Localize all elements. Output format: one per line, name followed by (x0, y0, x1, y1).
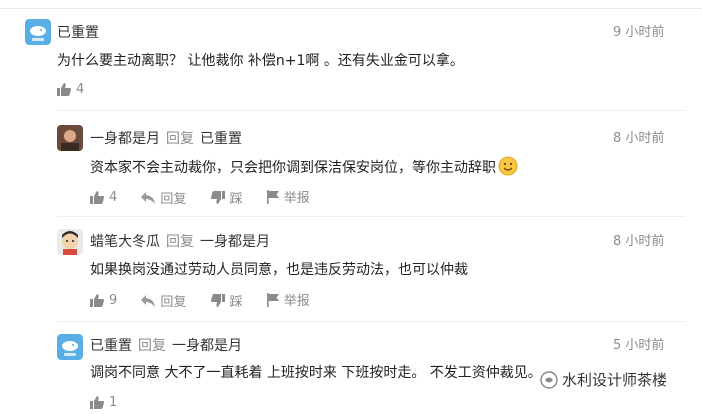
reply-header: 蜡笔大冬瓜 回复 一身都是月 (90, 233, 270, 251)
like-count: 1 (109, 395, 118, 410)
comment-actions: 4 (57, 82, 104, 100)
comment-actions: 1 (90, 395, 137, 413)
reply-header: 一身都是月 回复 已重置 (90, 130, 242, 148)
report-button[interactable]: 举报 (266, 187, 310, 206)
divider (57, 216, 686, 217)
top-divider (0, 0, 702, 9)
comment-time: 8 小时前 (613, 131, 665, 146)
avatar[interactable] (57, 334, 83, 360)
comment-time: 9 小时前 (613, 25, 665, 40)
reply-arrow-icon (141, 294, 156, 307)
report-label: 举报 (283, 294, 310, 309)
dislike-button[interactable]: 踩 (210, 188, 243, 207)
like-button[interactable]: 9 (90, 293, 117, 308)
reply-word: 回复 (166, 234, 194, 250)
smiley-emoji-icon (498, 156, 518, 176)
user-photo-avatar (57, 125, 83, 151)
avatar[interactable] (57, 229, 83, 255)
thumbs-down-icon (210, 293, 225, 307)
comment-author[interactable]: 已重置 (90, 338, 132, 354)
divider (57, 110, 686, 111)
comment-text: 如果换岗没通过劳动人员同意，也是违反劳动法，也可以仲裁 (90, 262, 468, 278)
cartoon-avatar (57, 229, 83, 255)
comment-author[interactable]: 蜡笔大冬瓜 (90, 234, 160, 250)
divider (57, 321, 686, 322)
comment-actions: 9 回复 踩 举报 (90, 290, 330, 310)
like-button[interactable]: 1 (90, 395, 117, 410)
comment-actions: 4 回复 踩 举报 (90, 187, 330, 207)
dislike-button[interactable]: 踩 (210, 291, 243, 310)
like-count: 4 (109, 189, 118, 205)
avatar[interactable] (57, 125, 83, 151)
reply-word: 回复 (166, 131, 194, 147)
like-count: 9 (109, 292, 118, 308)
report-button[interactable]: 举报 (266, 290, 310, 309)
dislike-label: 踩 (229, 294, 243, 310)
reply-label: 回复 (160, 295, 187, 310)
reply-target[interactable]: 已重置 (200, 131, 242, 147)
comment-author[interactable]: 一身都是月 (90, 131, 160, 147)
wechat-channel-icon (540, 370, 558, 389)
report-label: 举报 (283, 191, 310, 206)
thumbs-up-icon (90, 396, 104, 409)
comment-time: 5 小时前 (613, 338, 665, 353)
flag-icon (266, 189, 279, 204)
thumbs-up-icon (90, 293, 104, 307)
comment-text-wrap: 资本家不会主动裁你，只会把你调到保洁保安岗位，等你主动辞职 (90, 156, 518, 178)
thumbs-up-icon (90, 190, 104, 204)
watermark: 水利设计师茶楼 (540, 369, 667, 390)
reply-button[interactable]: 回复 (141, 291, 186, 310)
like-button[interactable]: 4 (90, 190, 117, 205)
reply-arrow-icon (141, 191, 156, 204)
reply-target[interactable]: 一身都是月 (200, 234, 270, 250)
reply-button[interactable]: 回复 (141, 188, 186, 207)
like-count: 4 (76, 82, 85, 97)
reply-word: 回复 (138, 338, 166, 354)
reply-target[interactable]: 一身都是月 (172, 338, 242, 354)
thumbs-up-icon (57, 83, 71, 96)
like-button[interactable]: 4 (57, 82, 84, 97)
reply-header: 已重置 回复 一身都是月 (90, 337, 242, 355)
comment-text: 资本家不会主动裁你，只会把你调到保洁保安岗位，等你主动辞职 (90, 160, 496, 176)
avatar[interactable] (25, 19, 51, 45)
comment-time: 8 小时前 (613, 234, 665, 249)
comment-author[interactable]: 已重置 (57, 24, 99, 42)
default-avatar-icon (25, 19, 51, 45)
flag-icon (266, 292, 279, 307)
comment-text: 为什么要主动离职？ 让他裁你 补偿n+1啊 。还有失业金可以拿。 (57, 53, 464, 69)
thumbs-down-icon (210, 190, 225, 204)
reply-label: 回复 (160, 192, 187, 207)
default-avatar-icon (57, 334, 83, 360)
watermark-text: 水利设计师茶楼 (562, 371, 668, 389)
comment-text: 调岗不同意 大不了一直耗着 上班按时来 下班按时走。 不发工资仲裁见。 (90, 365, 542, 381)
dislike-label: 踩 (229, 191, 243, 207)
